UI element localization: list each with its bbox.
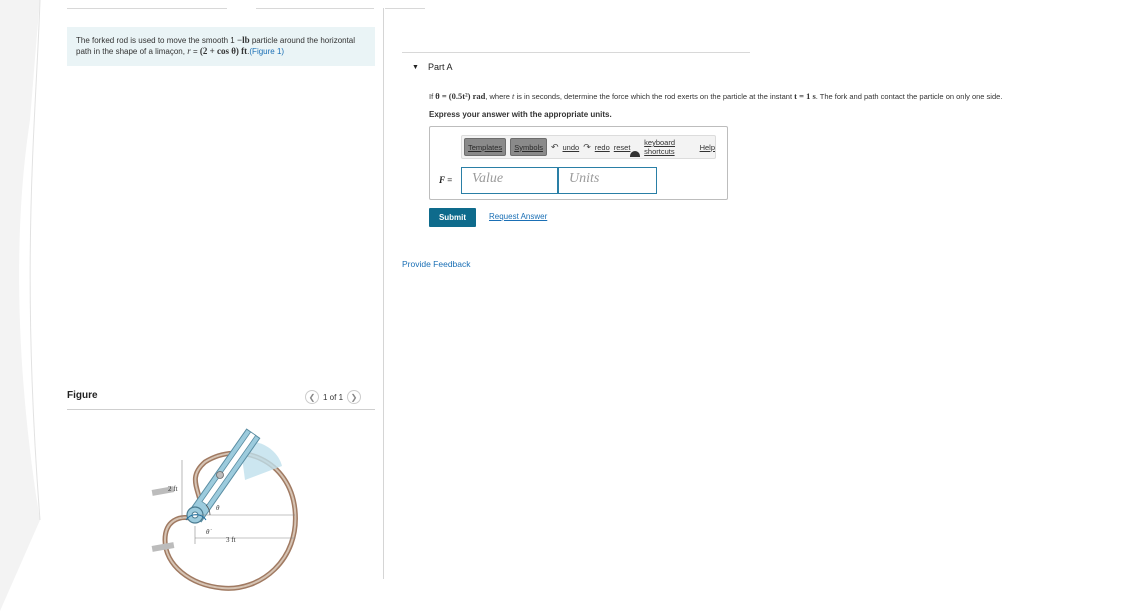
- figure-title: Figure: [67, 390, 98, 401]
- top-divider-mid: [256, 8, 374, 9]
- part-a-header[interactable]: ▼ Part A: [412, 62, 452, 72]
- figure-link[interactable]: (Figure 1): [249, 47, 284, 56]
- label-3ft: 3 ft: [226, 536, 236, 544]
- question-part-2: , where: [485, 92, 513, 101]
- page-indicator: 1 of 1: [323, 392, 344, 402]
- question-part-3: is in seconds, determine the force which…: [514, 92, 795, 101]
- answer-instruction: Express your answer with the appropriate…: [429, 110, 612, 119]
- column-divider: [383, 8, 384, 579]
- units-input[interactable]: Units: [558, 167, 657, 194]
- top-divider-left: [67, 8, 227, 9]
- chevron-left-icon[interactable]: ❮: [305, 390, 319, 404]
- symbols-button[interactable]: Symbols: [510, 138, 547, 156]
- provide-feedback-link[interactable]: Provide Feedback: [402, 259, 471, 269]
- limacon-figure: 2 ft θ θ̇ 3 ft: [151, 428, 298, 591]
- undo-button[interactable]: undo: [563, 143, 580, 152]
- background-curve: [0, 0, 41, 611]
- top-divider-right: [385, 8, 425, 9]
- answer-box: Templates Symbols ↶ undo ↷ redo reset ke…: [429, 126, 728, 200]
- problem-statement: The forked rod is used to move the smoot…: [67, 27, 375, 66]
- force-label: F =: [439, 175, 452, 185]
- request-answer-link[interactable]: Request Answer: [489, 212, 547, 221]
- undo-icon[interactable]: ↶: [551, 142, 559, 153]
- question-t-eq: t = 1 s: [794, 91, 816, 101]
- problem-equation-eq: =: [190, 47, 200, 56]
- problem-weight-unit: −lb: [236, 35, 250, 45]
- problem-text-1: The forked rod is used to move the smoot…: [76, 36, 235, 45]
- submit-button[interactable]: Submit: [429, 208, 476, 227]
- keyboard-icon: [630, 151, 641, 157]
- label-theta-dot: θ̇: [206, 528, 211, 536]
- force-label-text: F =: [439, 175, 453, 185]
- figure-pager: ❮ 1 of 1 ❯: [305, 390, 362, 404]
- redo-button[interactable]: redo: [595, 143, 610, 152]
- question-theta-expr: θ = (0.5t²) rad: [435, 91, 486, 101]
- part-label: Part A: [427, 62, 453, 72]
- label-2ft: 2 ft: [168, 485, 178, 493]
- chevron-right-icon[interactable]: ❯: [347, 390, 362, 404]
- keyboard-shortcuts-button[interactable]: keyboard shortcuts: [644, 138, 695, 156]
- part-divider: [402, 52, 750, 53]
- question-text: If θ = (0.5t²) rad, where t is in second…: [429, 91, 1002, 101]
- templates-button[interactable]: Templates: [464, 138, 507, 156]
- problem-equation-expr: (2 + cos θ) ft: [199, 46, 248, 56]
- help-button[interactable]: Help: [700, 143, 715, 152]
- redo-icon[interactable]: ↷: [583, 142, 591, 153]
- figure-divider: [67, 409, 375, 410]
- caret-down-icon[interactable]: ▼: [412, 64, 419, 71]
- value-input[interactable]: Value: [461, 167, 558, 194]
- label-theta: θ: [216, 504, 220, 512]
- reset-button[interactable]: reset: [614, 143, 631, 152]
- math-toolbar: Templates Symbols ↶ undo ↷ redo reset ke…: [461, 135, 716, 159]
- question-part-4: . The fork and path contact the particle…: [815, 92, 1003, 101]
